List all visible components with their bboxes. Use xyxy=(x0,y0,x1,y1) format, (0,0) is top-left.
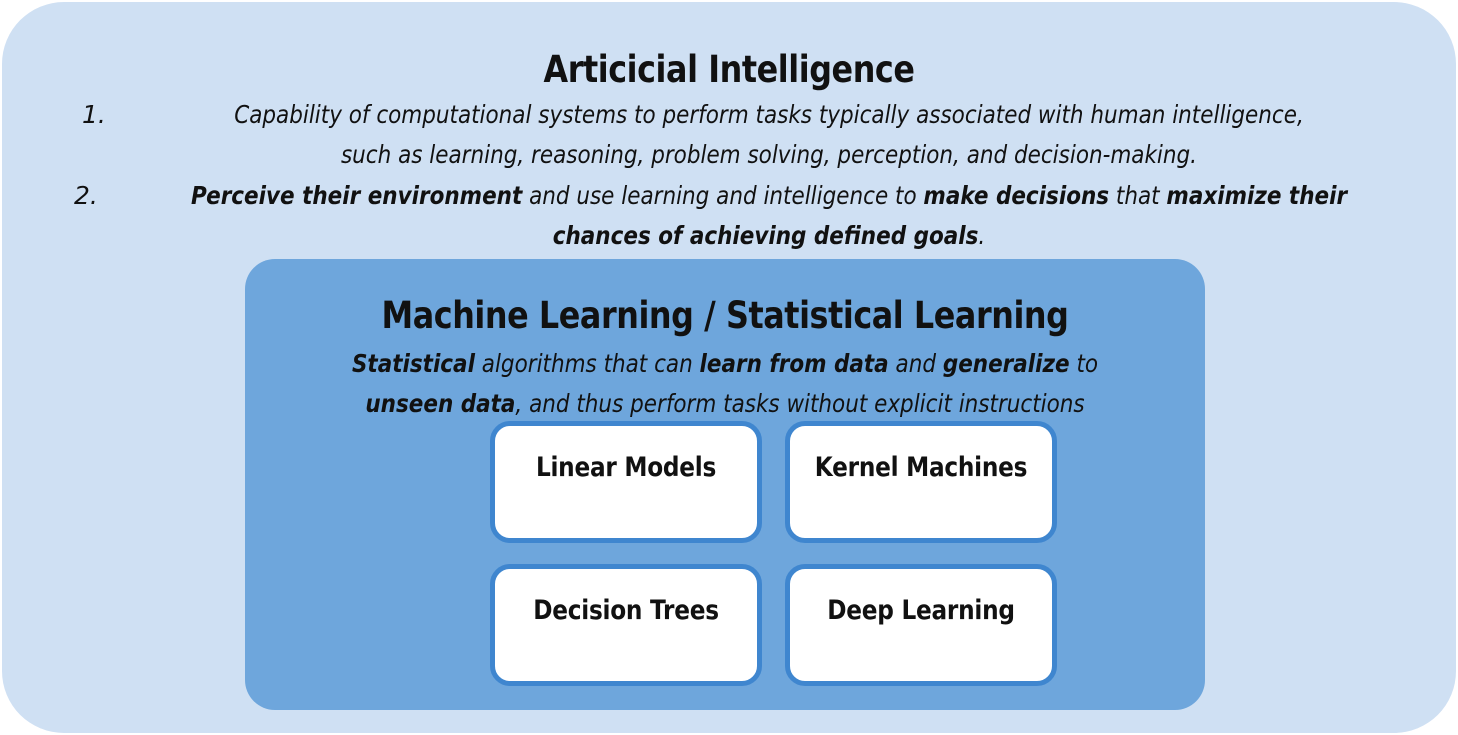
card-label-decision-trees: Decision Trees xyxy=(533,595,719,626)
ai-item-1-line-2: such as learning, reasoning, problem sol… xyxy=(340,140,1198,169)
ai-item-1-line-1: Capability of computational systems to p… xyxy=(234,100,1304,129)
ai-title: Articicial Intelligence xyxy=(543,48,915,91)
ai-item-2-text-1: and use learning and intelligence to xyxy=(522,181,924,210)
ai-item-1-number: 1. xyxy=(82,100,106,129)
ai-item-2-number: 2. xyxy=(74,181,98,210)
card-kernel-machines: Kernel Machines xyxy=(785,421,1057,543)
card-label-linear-models: Linear Models xyxy=(535,452,717,483)
ai-item-2-bold-3: maximize their xyxy=(1166,181,1348,210)
ml-desc-text-1: algorithms that can xyxy=(474,349,700,378)
ai-item-2-bold-4: chances of achieving defined goals xyxy=(552,221,979,250)
ai-item-2-bold-1: Perceive their environment xyxy=(190,181,523,210)
ai-item-2-bold-2: make decisions xyxy=(923,181,1110,210)
ml-desc-text-4: , and thus perform tasks without explici… xyxy=(515,389,1085,418)
ai-item-2-text-3: . xyxy=(978,221,986,250)
ml-desc-text-3: to xyxy=(1069,349,1099,378)
card-label-deep-learning: Deep Learning xyxy=(827,595,1015,626)
card-deep-learning: Deep Learning xyxy=(785,564,1057,686)
ai-item-2-line-1: Perceive their environment and use learn… xyxy=(144,176,1394,216)
ml-desc-bold-2: learn from data xyxy=(699,349,889,378)
ml-desc-bold-4: unseen data xyxy=(365,389,516,418)
ml-desc-line-2: unseen data, and thus perform tasks with… xyxy=(312,384,1138,424)
card-linear-models: Linear Models xyxy=(490,421,762,543)
ml-desc-text-2: and xyxy=(888,349,943,378)
ai-item-2-line-2: chances of achieving defined goals. xyxy=(144,216,1394,256)
card-label-kernel-machines: Kernel Machines xyxy=(814,452,1028,483)
ml-desc-bold-1: Statistical xyxy=(351,349,475,378)
ml-desc-bold-3: generalize xyxy=(942,349,1070,378)
ai-item-2-text-2: that xyxy=(1109,181,1167,210)
ml-title: Machine Learning / Statistical Learning xyxy=(381,294,1069,337)
card-decision-trees: Decision Trees xyxy=(490,564,762,686)
ml-desc-line-1: Statistical algorithms that can learn fr… xyxy=(312,344,1138,384)
